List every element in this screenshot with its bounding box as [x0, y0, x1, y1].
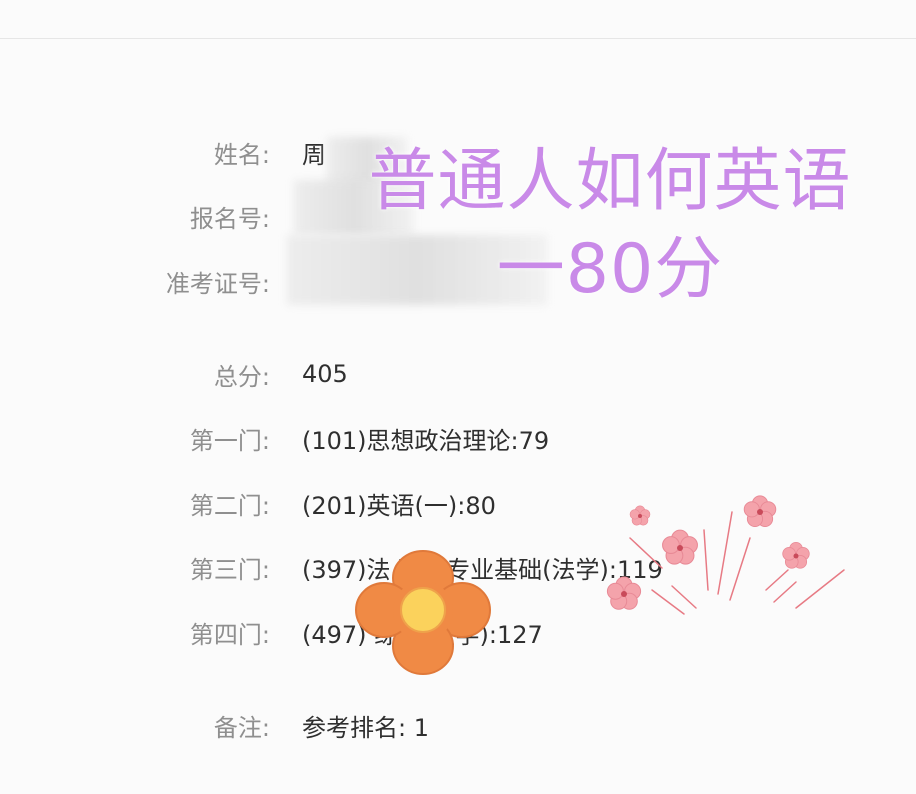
total-score-label: 总分: [213, 362, 270, 391]
subject-2-value: (201)英语(一):80 [302, 491, 496, 520]
subject-1-row: 第一门: (101)思想政治理论:79 [0, 418, 916, 458]
note-label: 备注: [213, 713, 270, 742]
subject-3-label: 第三门: [189, 555, 270, 584]
name-label: 姓名: [213, 140, 270, 169]
subject-2-label: 第二门: [189, 491, 270, 520]
orange-flower-icon [355, 550, 491, 675]
total-score-row: 总分: 405 [0, 354, 916, 394]
overlay-title-line-2: 一80分 [496, 230, 724, 309]
subject-4-label: 第四门: [189, 620, 270, 649]
note-row: 备注: 参考排名: 1 [0, 705, 916, 745]
registration-number-label: 报名号: [189, 204, 270, 233]
admission-number-label: 准考证号: [165, 269, 270, 298]
top-divider [0, 38, 916, 39]
blossom-icon [606, 495, 845, 615]
total-score-value: 405 [302, 360, 348, 388]
subject-1-label: 第一门: [189, 426, 270, 455]
note-value: 参考排名: 1 [302, 713, 429, 742]
overlay-title-line-1: 普通人如何英语 [368, 142, 852, 221]
subject-1-value: (101)思想政治理论:79 [302, 426, 550, 455]
